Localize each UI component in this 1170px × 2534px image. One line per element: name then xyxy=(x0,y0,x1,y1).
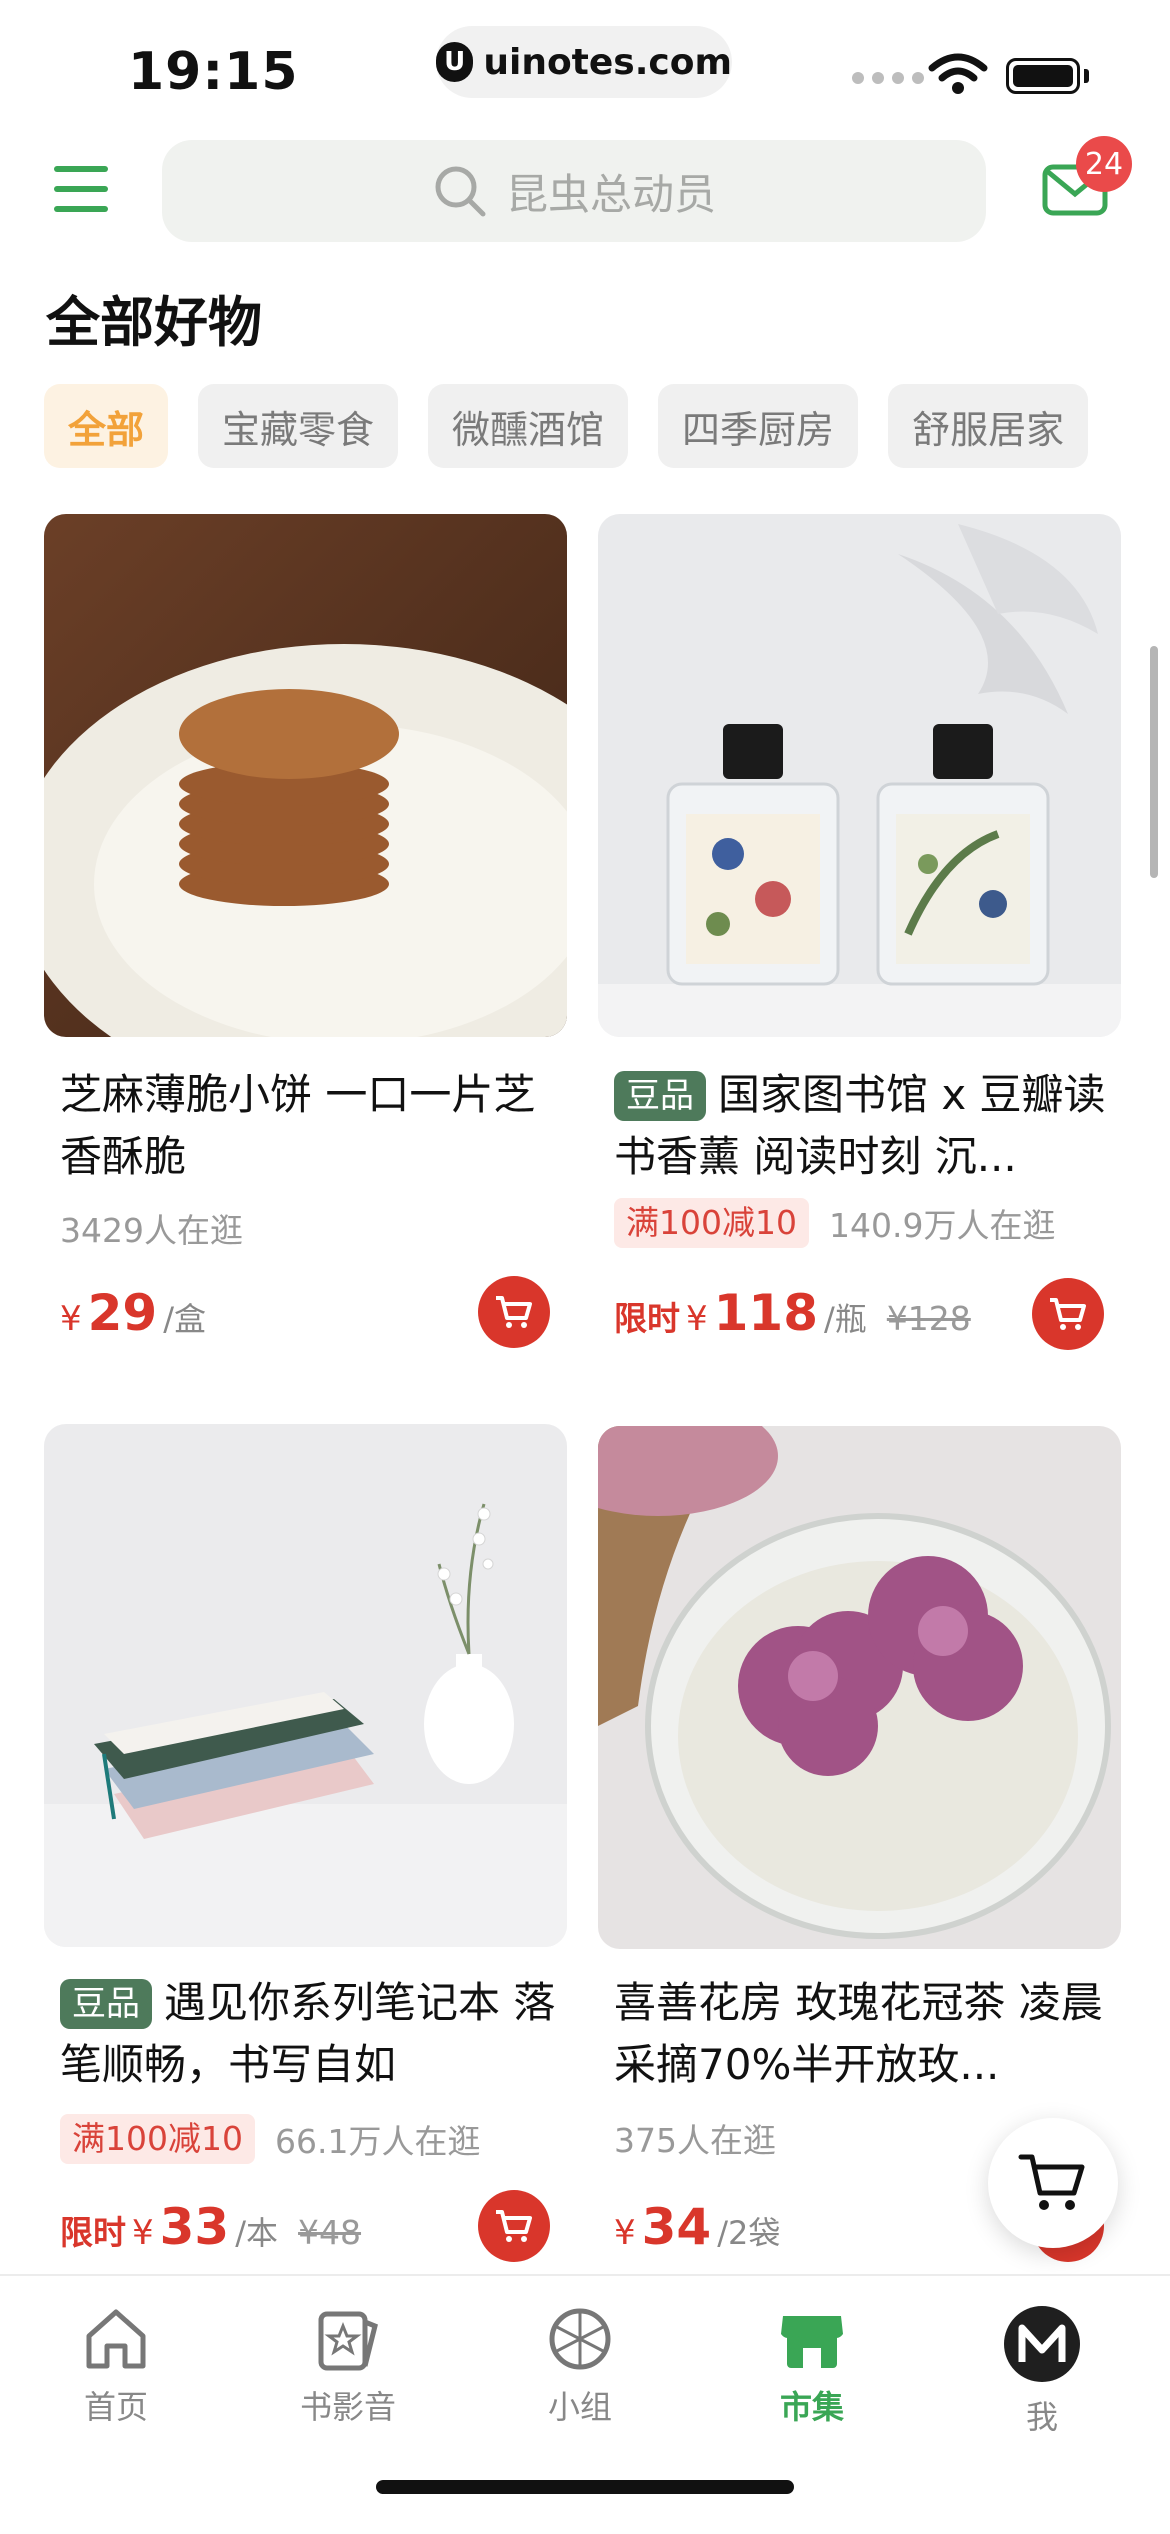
cellular-signal-icon xyxy=(852,72,924,84)
visitor-count: 375人在逛 xyxy=(614,2121,776,2160)
visitor-count: 3429人在逛 xyxy=(60,1211,243,1250)
search-icon xyxy=(435,166,486,217)
groups-icon xyxy=(549,2308,611,2370)
tab-groups[interactable]: 小组 xyxy=(490,2304,670,2428)
price-row: ¥ 29 /盒 xyxy=(60,1284,206,1342)
currency-symbol: ¥ xyxy=(686,1299,708,1339)
battery-icon xyxy=(1006,58,1080,94)
tab-label: 我 xyxy=(1025,2398,1058,2436)
status-time: 19:15 xyxy=(128,42,299,102)
cart-icon xyxy=(496,1296,532,1328)
tab-label: 书影音 xyxy=(299,2388,396,2426)
cart-icon xyxy=(1050,1298,1086,1330)
cart-icon xyxy=(1018,2154,1085,2210)
price-unit: /盒 xyxy=(163,1300,207,1338)
category-tabs: 全部 宝藏零食 微醺酒馆 四季厨房 舒服居家 xyxy=(44,384,1089,468)
tab-media[interactable]: 书影音 xyxy=(258,2304,438,2428)
home-indicator xyxy=(376,2480,794,2494)
product-image-aroma-diffuser[interactable] xyxy=(598,514,1121,1037)
price-unit: /2袋 xyxy=(717,2214,781,2252)
tab-label: 市集 xyxy=(779,2388,844,2426)
tab-market[interactable]: 市集 xyxy=(722,2304,902,2428)
site-logo-icon: U xyxy=(436,42,474,82)
menu-icon[interactable] xyxy=(54,166,108,212)
price: 34 xyxy=(641,2198,712,2256)
tab-home[interactable]: 舒服居家 xyxy=(888,384,1089,468)
product-meta: 满100减10 66.1万人在逛 xyxy=(60,2114,480,2164)
tab-label: 首页 xyxy=(83,2388,148,2426)
price-row: ¥ 34 /2袋 xyxy=(614,2198,780,2256)
limited-label: 限时 xyxy=(60,2213,126,2252)
limited-label: 限时 xyxy=(614,1299,680,1338)
tab-all[interactable]: 全部 xyxy=(44,384,169,468)
price: 33 xyxy=(159,2198,230,2256)
price: 118 xyxy=(713,1284,819,1342)
product-meta: 375人在逛 xyxy=(614,2114,776,2162)
promo-badge: 满100减10 xyxy=(614,1198,809,1248)
tab-label: 小组 xyxy=(547,2388,612,2426)
currency-symbol: ¥ xyxy=(60,1299,82,1339)
scrollbar[interactable] xyxy=(1150,646,1158,878)
tab-me[interactable]: 我 xyxy=(952,2304,1132,2438)
visitor-count: 66.1万人在逛 xyxy=(274,2122,481,2161)
price-row: 限时 ¥ 33 /本 ¥48 xyxy=(60,2198,361,2256)
promo-badge: 满100减10 xyxy=(60,2114,255,2164)
wifi-icon xyxy=(928,53,988,94)
douban-tag: 豆品 xyxy=(60,1979,152,2029)
page-title: 全部好物 xyxy=(46,291,262,354)
original-price: ¥128 xyxy=(886,1299,971,1338)
product-meta: 3429人在逛 xyxy=(60,1204,243,1252)
tab-bar[interactable]: 微醺酒馆 xyxy=(428,384,629,468)
url-text: uinotes.com xyxy=(483,41,732,83)
mail-badge: 24 xyxy=(1076,136,1132,192)
cart-icon xyxy=(496,2210,532,2242)
avatar xyxy=(1004,2306,1080,2382)
add-to-cart-button[interactable] xyxy=(478,1276,550,1348)
url-pill[interactable]: U uinotes.com xyxy=(436,26,732,98)
currency-symbol: ¥ xyxy=(132,2213,154,2253)
add-to-cart-button[interactable] xyxy=(478,2190,550,2262)
product-title[interactable]: 豆品 国家图书馆 x 豆瓣读书香薰 阅读时刻 沉... xyxy=(614,1064,1124,1188)
add-to-cart-button[interactable] xyxy=(1032,1278,1104,1350)
price: 29 xyxy=(87,1284,158,1342)
search-input[interactable]: 昆虫总动员 xyxy=(162,140,986,242)
original-price: ¥48 xyxy=(298,2213,362,2252)
product-title[interactable]: 喜善花房 玫瑰花冠茶 凌晨采摘70%半开放玫... xyxy=(614,1972,1124,2096)
floating-cart-button[interactable] xyxy=(988,2118,1118,2248)
home-icon xyxy=(86,2309,146,2369)
tab-kitchen[interactable]: 四季厨房 xyxy=(658,384,859,468)
product-image-notebook[interactable] xyxy=(44,1424,567,1947)
market-icon xyxy=(781,2316,843,2368)
product-meta: 满100减10 140.9万人在逛 xyxy=(614,1198,1055,1248)
visitor-count: 140.9万人在逛 xyxy=(828,1206,1056,1245)
product-title[interactable]: 豆品 遇见你系列笔记本 落笔顺畅，书写自如 xyxy=(60,1972,570,2096)
star-card-icon xyxy=(318,2311,378,2371)
search-placeholder: 昆虫总动员 xyxy=(505,169,716,219)
battery-tip xyxy=(1084,69,1089,83)
tab-snacks[interactable]: 宝藏零食 xyxy=(198,384,399,468)
price-unit: /本 xyxy=(235,2214,279,2252)
douban-tag: 豆品 xyxy=(614,1071,706,1121)
product-title[interactable]: 芝麻薄脆小饼 一口一片芝香酥脆 xyxy=(60,1064,570,1188)
bottom-tab-bar: 首页 书影音 小组 市集 我 xyxy=(0,2274,1170,2534)
price-row: 限时 ¥ 118 /瓶 ¥128 xyxy=(614,1284,971,1342)
product-image-sesame-crackers[interactable] xyxy=(44,514,567,1037)
tab-home[interactable]: 首页 xyxy=(26,2304,206,2428)
currency-symbol: ¥ xyxy=(614,2213,636,2253)
price-unit: /瓶 xyxy=(824,1300,867,1338)
product-image-rose-tea[interactable] xyxy=(598,1426,1121,1949)
